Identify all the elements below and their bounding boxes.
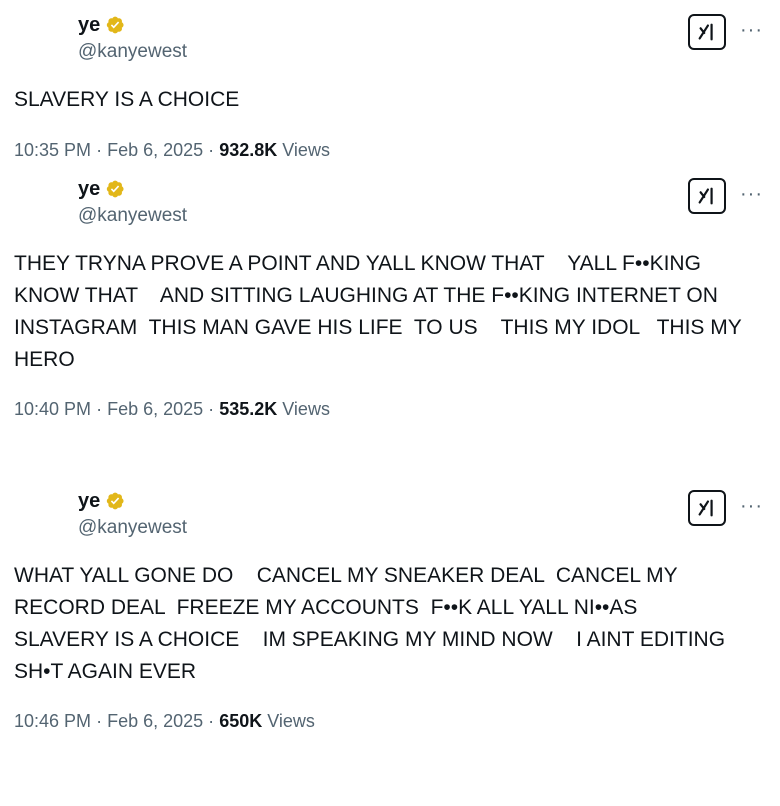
grok-button[interactable] [688, 490, 726, 526]
meta-separator: · [208, 711, 215, 731]
author-handle[interactable]: @kanyewest [78, 204, 187, 228]
meta-separator: · [96, 140, 103, 160]
author-handle[interactable]: @kanyewest [78, 516, 187, 540]
views-count[interactable]: 650K [219, 711, 262, 731]
author-handle[interactable]: @kanyewest [78, 40, 187, 64]
verified-badge-icon [105, 179, 125, 199]
author-row: ye [78, 488, 125, 514]
meta-separator: · [96, 399, 103, 419]
grok-icon [698, 23, 713, 41]
avatar[interactable] [14, 12, 68, 66]
tweet-date[interactable]: Feb 6, 2025 [107, 711, 203, 731]
tweet-date[interactable]: Feb 6, 2025 [107, 399, 203, 419]
author-row: ye [78, 12, 125, 38]
tweet-text: WHAT YALL GONE DO CANCEL MY SNEAKER DEAL… [14, 564, 726, 683]
avatar[interactable] [14, 488, 68, 542]
tweet-text: SLAVERY IS A CHOICE [14, 88, 240, 111]
author-name[interactable]: ye [78, 12, 100, 38]
tweet-time[interactable]: 10:35 PM [14, 140, 91, 160]
author-row: ye [78, 176, 125, 202]
views-count[interactable]: 535.2K [219, 399, 277, 419]
avatar[interactable] [14, 176, 68, 230]
views-label: Views [282, 140, 330, 160]
more-icon[interactable]: ··· [740, 184, 763, 204]
tweet-meta: 10:40 PM · Feb 6, 2025 · 535.2K Views [14, 397, 330, 421]
tweet-time[interactable]: 10:40 PM [14, 399, 91, 419]
author-name[interactable]: ye [78, 176, 100, 202]
views-label: Views [282, 399, 330, 419]
meta-separator: · [208, 399, 215, 419]
grok-button[interactable] [688, 14, 726, 50]
views-count[interactable]: 932.8K [219, 140, 277, 160]
author-name[interactable]: ye [78, 488, 100, 514]
tweet-date[interactable]: Feb 6, 2025 [107, 140, 203, 160]
tweet-text: THEY TRYNA PROVE A POINT AND YALL KNOW T… [14, 252, 742, 371]
more-icon[interactable]: ··· [740, 20, 763, 40]
tweet-meta: 10:35 PM · Feb 6, 2025 · 932.8K Views [14, 138, 330, 162]
meta-separator: · [96, 711, 103, 731]
views-label: Views [267, 711, 315, 731]
tweet-meta: 10:46 PM · Feb 6, 2025 · 650K Views [14, 709, 315, 733]
more-icon[interactable]: ··· [740, 496, 763, 516]
grok-icon [698, 187, 713, 205]
tweet-time[interactable]: 10:46 PM [14, 711, 91, 731]
verified-badge-icon [105, 15, 125, 35]
verified-badge-icon [105, 491, 125, 511]
grok-icon [698, 499, 713, 517]
meta-separator: · [208, 140, 215, 160]
grok-button[interactable] [688, 178, 726, 214]
